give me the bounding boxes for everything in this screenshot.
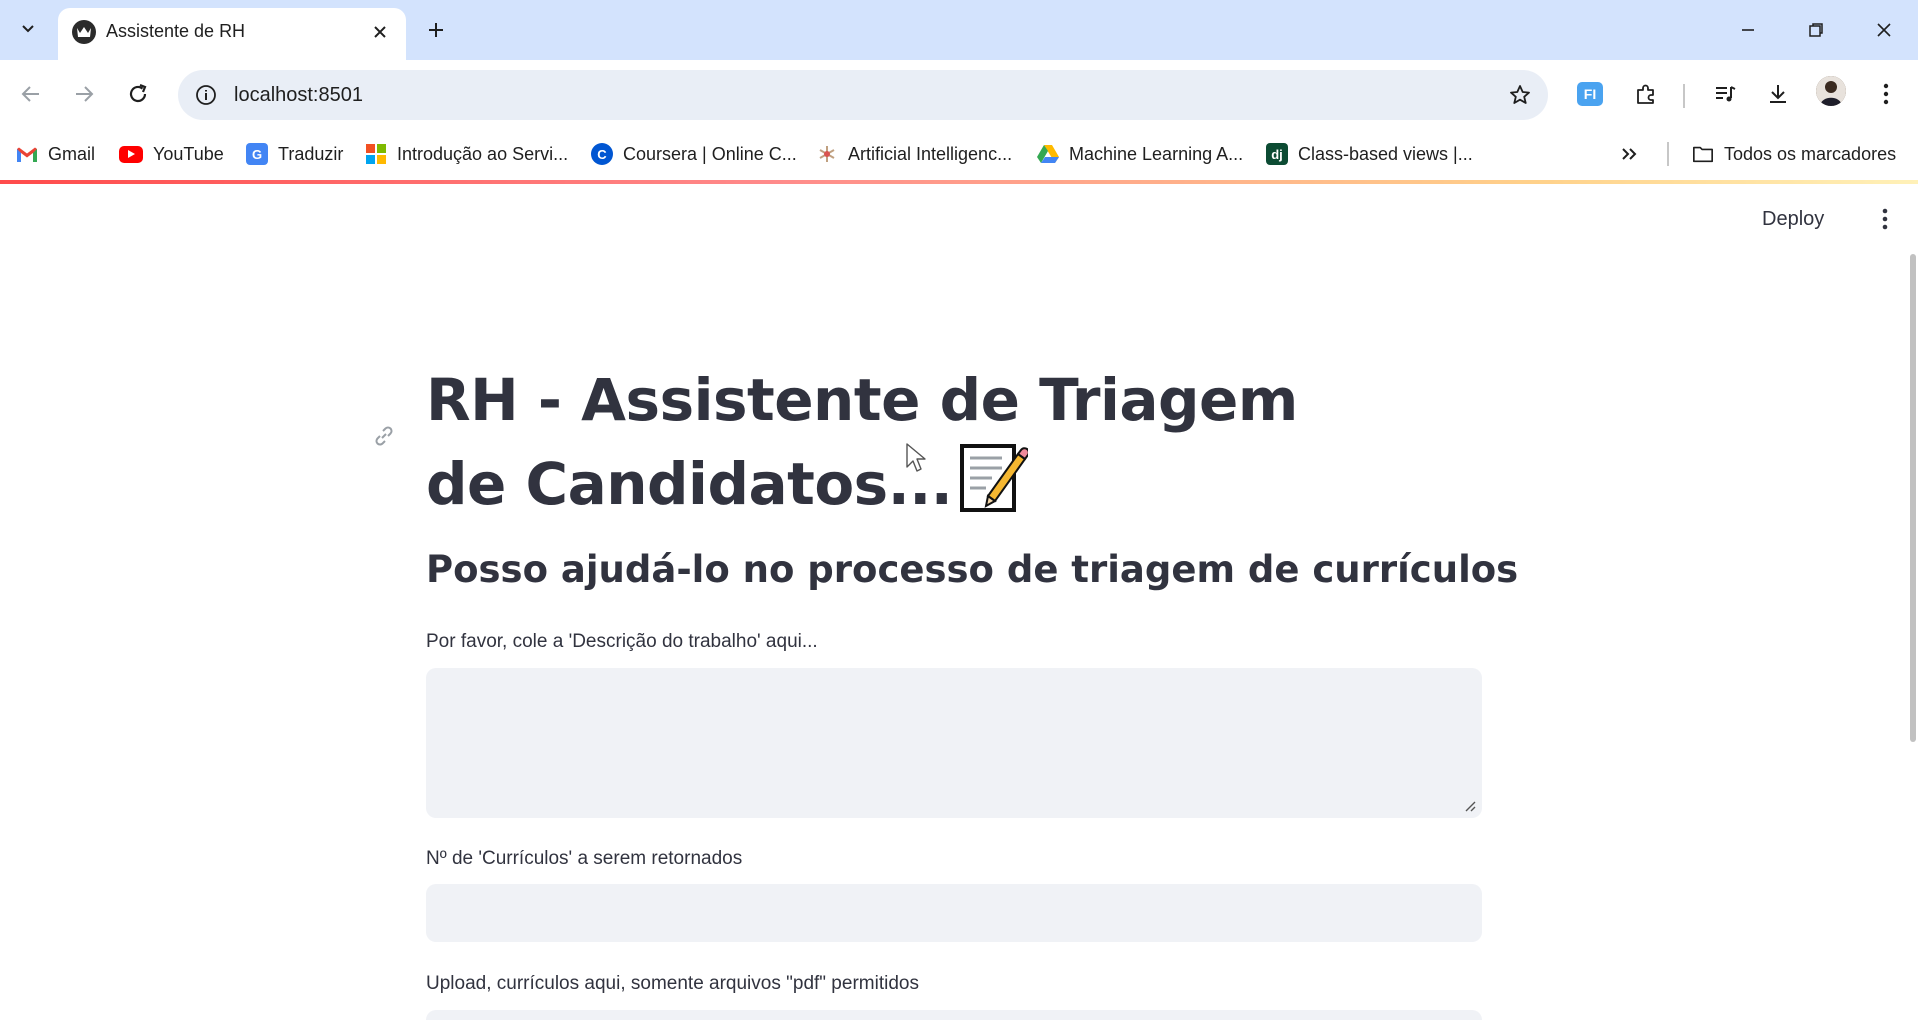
extension-fi-icon[interactable]: FI	[1570, 74, 1610, 114]
minimize-icon[interactable]	[1726, 8, 1770, 52]
back-arrow-icon[interactable]	[11, 74, 51, 114]
memo-icon	[958, 440, 1031, 534]
deploy-button[interactable]: Deploy	[1762, 204, 1824, 234]
app-content: Deploy RH - Assistente de Triagem de Can…	[0, 184, 1918, 1020]
bookmark-django[interactable]: dj Class-based views |...	[1266, 140, 1473, 168]
all-bookmarks-folder[interactable]: Todos os marcadores	[1692, 140, 1896, 168]
scrollbar-thumb[interactable]	[1910, 254, 1916, 742]
address-bar[interactable]: localhost:8501	[178, 70, 1548, 120]
extensions-puzzle-icon[interactable]	[1626, 74, 1666, 114]
site-info-icon[interactable]	[190, 79, 222, 111]
bookmark-coursera[interactable]: C Coursera | Online C...	[591, 140, 797, 168]
bookmark-machine-learning[interactable]: Machine Learning A...	[1037, 140, 1243, 168]
url-text[interactable]: localhost:8501	[234, 84, 363, 107]
tab-title: Assistente de RH	[106, 21, 246, 41]
header-anchor-link-icon[interactable]	[370, 422, 398, 450]
crown-favicon-icon	[72, 20, 96, 44]
gmail-icon	[16, 143, 38, 165]
resize-grip-icon[interactable]	[1462, 798, 1476, 812]
bookmark-gmail[interactable]: Gmail	[16, 140, 95, 168]
new-tab-plus-icon[interactable]	[418, 12, 454, 48]
bookmark-traduzir[interactable]: G Traduzir	[246, 140, 343, 168]
google-translate-icon: G	[246, 143, 268, 165]
ai-icon	[816, 143, 838, 165]
media-control-icon[interactable]	[1705, 74, 1745, 114]
job-description-textarea[interactable]	[426, 668, 1482, 818]
toolbar-divider	[1683, 84, 1685, 108]
bookmark-star-icon[interactable]	[1504, 79, 1536, 111]
pdf-file-uploader[interactable]	[426, 1010, 1482, 1020]
reload-icon[interactable]	[118, 74, 158, 114]
google-drive-icon	[1037, 143, 1059, 165]
bookmarks-divider	[1667, 142, 1669, 166]
bookmark-youtube[interactable]: YouTube	[119, 140, 224, 168]
chrome-menu-icon[interactable]	[1866, 74, 1906, 114]
bookmark-microsoft[interactable]: Introdução ao Servi...	[365, 140, 568, 168]
page-scrollbar[interactable]	[1908, 254, 1918, 924]
download-icon[interactable]	[1758, 74, 1798, 114]
tab-search-chevron-icon[interactable]	[10, 10, 46, 46]
coursera-icon: C	[591, 143, 613, 165]
django-icon: dj	[1266, 143, 1288, 165]
job-description-label: Por favor, cole a 'Descrição do trabalho…	[426, 631, 818, 652]
bookmark-ai[interactable]: Artificial Intelligenc...	[816, 140, 1012, 168]
close-window-icon[interactable]	[1862, 8, 1906, 52]
active-tab[interactable]: Assistente de RH	[58, 8, 406, 60]
mouse-pointer-icon	[906, 443, 926, 478]
restore-icon[interactable]	[1794, 8, 1838, 52]
tab-close-icon[interactable]	[368, 20, 392, 44]
resume-count-input[interactable]	[426, 884, 1482, 942]
folder-icon	[1692, 143, 1714, 165]
browser-toolbar: localhost:8501 FI	[0, 60, 1918, 128]
page-subtitle: Posso ajudá-lo no processo de triagem de…	[426, 548, 1519, 591]
browser-tab-strip: Assistente de RH	[0, 0, 1918, 60]
bookmarks-bar: Gmail YouTube G Traduzir Introdução ao S…	[0, 128, 1918, 180]
microsoft-icon	[365, 143, 387, 165]
resume-count-label: Nº de 'Currículos' a serem retornados	[426, 848, 743, 869]
profile-avatar[interactable]	[1816, 76, 1846, 106]
app-main-menu-icon[interactable]	[1870, 202, 1900, 236]
forward-arrow-icon[interactable]	[64, 74, 104, 114]
upload-label: Upload, currículos aqui, somente arquivo…	[426, 973, 919, 994]
page-title-text: RH - Assistente de Triagem de Candidatos…	[426, 366, 1298, 518]
youtube-icon	[119, 145, 143, 163]
bookmarks-overflow-chevron-icon[interactable]	[1620, 140, 1638, 168]
